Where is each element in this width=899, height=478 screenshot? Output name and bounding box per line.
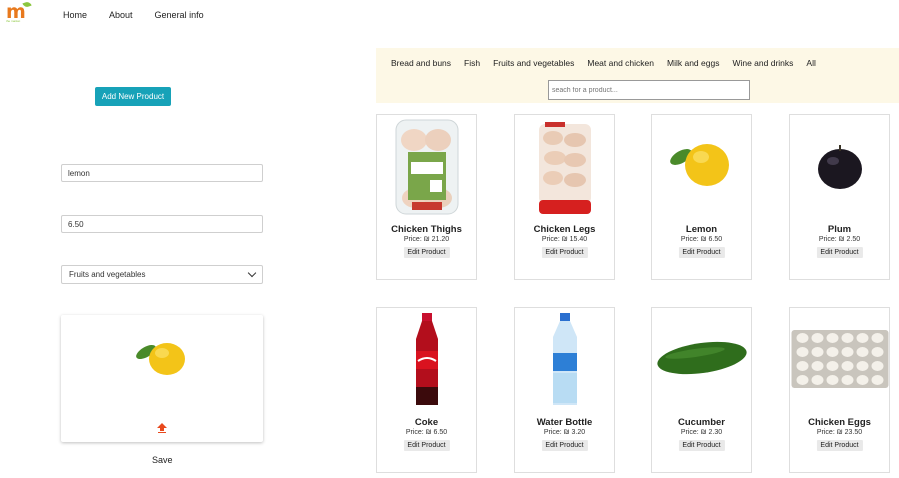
product-price-input[interactable] [61, 215, 263, 233]
product-card: Chicken Legs Price: ₪ 15.40 Edit Product [514, 114, 615, 280]
category-select[interactable]: Fruits and vegetables [61, 265, 263, 284]
chicken-legs-image [538, 122, 591, 214]
edit-product-button[interactable]: Edit Product [403, 247, 450, 258]
water-bottle-image [552, 313, 577, 405]
category-fruits-and-vegetables[interactable]: Fruits and vegetables [493, 58, 574, 68]
lemon-preview-image [136, 343, 185, 375]
plum-image [817, 145, 862, 189]
product-name: Chicken Eggs [808, 417, 871, 428]
nav-general-info[interactable]: General info [155, 10, 204, 20]
nav-home[interactable]: Home [63, 10, 87, 20]
product-card: Coke Price: ₪ 6.50 Edit Product [376, 307, 477, 473]
product-name: Cucumber [678, 417, 725, 428]
chicken-thighs-image [395, 119, 458, 215]
product-price: Price: ₪ 2.50 [818, 236, 861, 243]
lemon-image [669, 144, 729, 186]
product-price: Price: ₪ 3.20 [543, 429, 586, 436]
product-name: Coke [414, 417, 439, 428]
product-name: Lemon [685, 224, 718, 235]
product-price: Price: ₪ 15.40 [541, 236, 588, 243]
edit-product-button[interactable]: Edit Product [541, 440, 588, 451]
category-list: Bread and buns Fish Fruits and vegetable… [391, 58, 829, 68]
category-meat-and-chicken[interactable]: Meat and chicken [587, 58, 654, 68]
coke-image [415, 313, 438, 405]
product-price: Price: ₪ 2.30 [680, 429, 723, 436]
product-price: Price: ₪ 6.50 [405, 429, 448, 436]
edit-product-button[interactable]: Edit Product [816, 247, 863, 258]
edit-product-button[interactable]: Edit Product [816, 440, 863, 451]
category-fish[interactable]: Fish [464, 58, 480, 68]
category-all[interactable]: All [806, 58, 815, 68]
category-bar: Bread and buns Fish Fruits and vegetable… [376, 48, 899, 103]
category-bread-and-buns[interactable]: Bread and buns [391, 58, 451, 68]
product-name: Water Bottle [536, 417, 593, 428]
logo-subtext: the market [6, 19, 21, 23]
edit-product-button[interactable]: Edit Product [678, 440, 725, 451]
product-card: Lemon Price: ₪ 6.50 Edit Product [651, 114, 752, 280]
chicken-eggs-image [791, 330, 888, 388]
product-card: Chicken Thighs Price: ₪ 21.20 Edit Produ… [376, 114, 477, 280]
product-card: Chicken Eggs Price: ₪ 23.50 Edit Product [789, 307, 890, 473]
product-price: Price: ₪ 21.20 [403, 236, 450, 243]
image-upload-box[interactable] [61, 315, 263, 442]
upload-icon[interactable] [157, 423, 167, 433]
nav-about[interactable]: About [109, 10, 133, 20]
product-card: Cucumber Price: ₪ 2.30 Edit Product [651, 307, 752, 473]
search-input[interactable] [548, 80, 750, 100]
edit-product-button[interactable]: Edit Product [403, 440, 450, 451]
save-button[interactable]: Save [152, 455, 173, 465]
cucumber-image [656, 341, 747, 375]
category-wine-and-drinks[interactable]: Wine and drinks [732, 58, 793, 68]
category-milk-and-eggs[interactable]: Milk and eggs [667, 58, 719, 68]
category-select-value: Fruits and vegetables [69, 270, 146, 279]
product-card: Plum Price: ₪ 2.50 Edit Product [789, 114, 890, 280]
product-name-input[interactable] [61, 164, 263, 182]
main-nav: Home About General info [63, 10, 226, 20]
product-name: Plum [827, 224, 852, 235]
logo[interactable]: m the market [6, 0, 34, 23]
chevron-down-icon [247, 268, 257, 278]
edit-product-button[interactable]: Edit Product [541, 247, 588, 258]
add-new-product-button[interactable]: Add New Product [95, 87, 171, 106]
product-name: Chicken Legs [533, 224, 596, 235]
product-price: Price: ₪ 6.50 [680, 236, 723, 243]
product-name: Chicken Thighs [391, 224, 462, 235]
product-card: Water Bottle Price: ₪ 3.20 Edit Product [514, 307, 615, 473]
edit-product-button[interactable]: Edit Product [678, 247, 725, 258]
product-price: Price: ₪ 23.50 [816, 429, 863, 436]
